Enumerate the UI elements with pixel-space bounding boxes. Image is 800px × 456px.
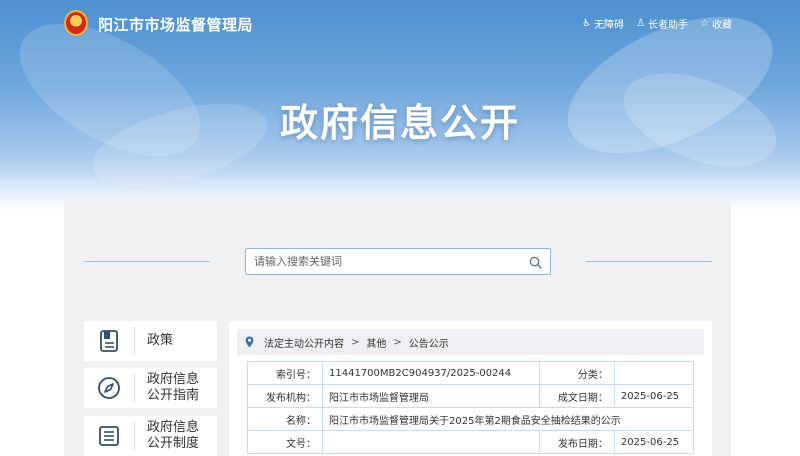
page-title: 政府信息公开	[279, 101, 520, 145]
doc-number-label: 文号：	[247, 430, 323, 454]
name-value: 阳江市市场监督管理局关于2025年第2期食品安全抽检结果的公示	[322, 407, 694, 431]
breadcrumb-separator: >	[351, 336, 360, 348]
sidebar-item-disclosure-guide[interactable]: 政府信息 公开指南	[84, 368, 217, 408]
sidebar-item-disclosure-system[interactable]: 政府信息 公开制度	[84, 416, 217, 456]
document-info-table: 索引号： 11441700MB2C904937/2025-00244 分类： 发…	[247, 361, 695, 454]
table-row: 文号： 发布日期： 2025-06-25	[247, 430, 695, 454]
created-date-label: 成文日期：	[538, 384, 615, 408]
location-pin-icon	[245, 336, 254, 348]
breadcrumb: 法定主动公开内容 > 其他 > 公告公示	[237, 329, 704, 355]
sidebar-item-policy[interactable]: 政策	[84, 321, 217, 361]
national-emblem-icon	[64, 10, 88, 36]
search-button[interactable]	[526, 253, 544, 271]
search-divider-right	[586, 261, 712, 262]
elder-assist-button[interactable]: ♙ 长者助手	[636, 16, 688, 31]
published-date-value: 2025-06-25	[613, 430, 695, 454]
sidebar-label-line: 政府信息	[147, 372, 200, 387]
document-icon	[100, 330, 118, 352]
elder-assist-label: 长者助手	[648, 20, 689, 31]
content-area: 法定主动公开内容 > 其他 > 公告公示 索引号： 11441700MB2C90…	[229, 321, 712, 456]
sidebar-label-line: 公开制度	[147, 436, 200, 451]
sidebar-item-label: 政策	[147, 333, 174, 348]
accessibility-label: 无障碍	[594, 20, 625, 31]
search-divider-left	[84, 261, 210, 262]
site-title[interactable]: 阳江市市场监督管理局	[98, 14, 253, 35]
table-row: 索引号： 11441700MB2C904937/2025-00244 分类：	[247, 361, 695, 385]
breadcrumb-current[interactable]: 公告公示	[409, 335, 449, 350]
favorite-button[interactable]: ☆ 收藏	[700, 16, 732, 31]
accessibility-icon: ♿	[582, 18, 592, 29]
sidebar-item-label: 政府信息 公开制度	[135, 420, 199, 452]
compass-icon	[98, 377, 120, 399]
index-label: 索引号：	[247, 361, 323, 385]
breadcrumb-link[interactable]: 法定主动公开内容	[264, 335, 344, 350]
index-value: 11441700MB2C904937/2025-00244	[322, 361, 540, 385]
search-input[interactable]	[254, 252, 514, 271]
publisher-label: 发布机构：	[247, 384, 323, 408]
category-label: 分类：	[538, 361, 615, 385]
sidebar-item-label: 政府信息 公开指南	[135, 372, 199, 404]
site-header: 阳江市市场监督管理局 ♿ 无障碍 ♙ 长者助手 ☆ 收藏	[0, 0, 800, 46]
search-bar	[245, 248, 551, 275]
name-label: 名称：	[247, 407, 323, 431]
favorite-label: 收藏	[712, 20, 732, 31]
doc-number-value	[322, 430, 540, 454]
created-date-value: 2025-06-25	[613, 384, 695, 408]
published-date-label: 发布日期：	[538, 430, 615, 454]
table-row: 名称： 阳江市市场监督管理局关于2025年第2期食品安全抽检结果的公示	[247, 407, 694, 431]
elder-assist-icon: ♙	[636, 18, 646, 29]
list-icon	[99, 426, 119, 446]
category-value	[613, 361, 695, 385]
breadcrumb-link[interactable]: 其他	[366, 335, 386, 350]
header-tools: ♿ 无障碍 ♙ 长者助手 ☆ 收藏	[582, 16, 732, 31]
sidebar-label-line: 公开指南	[147, 388, 200, 403]
accessibility-button[interactable]: ♿ 无障碍	[582, 16, 624, 31]
sidebar-label-line: 政府信息	[147, 420, 200, 435]
search-icon	[529, 256, 542, 269]
publisher-value: 阳江市市场监督管理局	[322, 384, 540, 408]
table-row: 发布机构： 阳江市市场监督管理局 成文日期： 2025-06-25	[247, 384, 695, 408]
breadcrumb-separator: >	[393, 336, 402, 348]
star-icon: ☆	[700, 18, 709, 29]
